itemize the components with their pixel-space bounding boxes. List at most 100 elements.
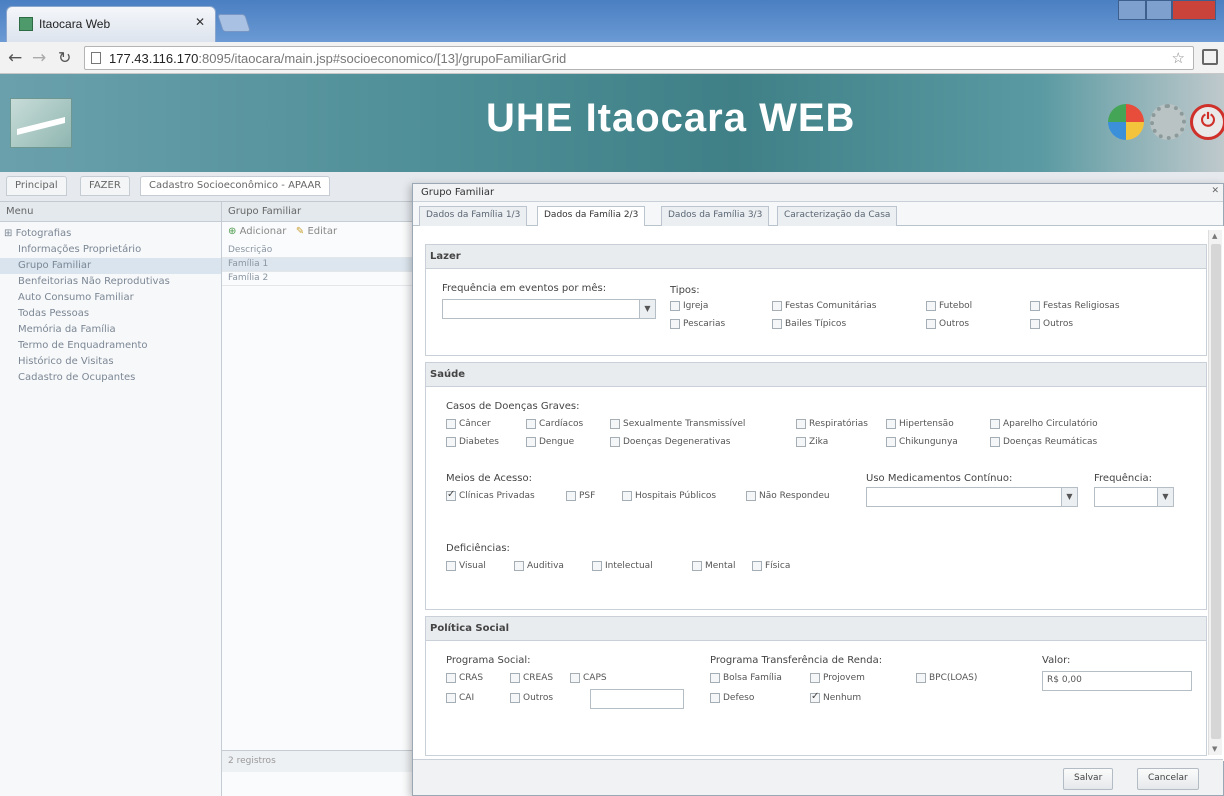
menu-item[interactable]: Memória da Família (0, 322, 221, 338)
cb-chikungunya[interactable]: Chikungunya (886, 437, 958, 447)
cb-clinicas-privadas[interactable]: Clínicas Privadas (446, 489, 535, 501)
cb-lazer-outros-2[interactable]: Outros (1030, 319, 1073, 329)
section-title: Lazer (426, 245, 1206, 269)
close-window-button[interactable] (1172, 0, 1216, 20)
cb-lazer-outros-1[interactable]: Outros (926, 319, 969, 329)
crumb-cadastro[interactable]: Cadastro Socioeconômico - APAAR (140, 176, 331, 196)
cb-reumaticas[interactable]: Doenças Reumáticas (990, 437, 1097, 447)
tab-dados-2[interactable]: Dados da Família 2/3 (537, 206, 646, 227)
edit-button[interactable]: Editar (307, 226, 337, 237)
url-host: 177.43.116.170 (109, 51, 199, 66)
cb-cardiacos[interactable]: Cardíacos (526, 419, 583, 429)
cb-hipertensao[interactable]: Hipertensão (886, 419, 954, 429)
cb-pescarias[interactable]: Pescarias (670, 319, 725, 329)
cb-intelectual[interactable]: Intelectual (592, 561, 653, 571)
menu-item[interactable]: Benfeitorias Não Reprodutivas (0, 274, 221, 290)
scroll-up-icon[interactable]: ▲ (1212, 232, 1217, 240)
add-button[interactable]: Adicionar (240, 226, 287, 237)
cb-cai[interactable]: CAI (446, 693, 474, 703)
browser-tabstrip: Itaocara Web ✕ (0, 0, 1224, 42)
table-row[interactable]: Família 1 (222, 258, 417, 272)
dialog-close-icon[interactable]: ✕ (1211, 186, 1219, 196)
forward-icon[interactable]: → (32, 48, 46, 68)
cb-dengue[interactable]: Dengue (526, 437, 574, 447)
outros-input[interactable] (590, 689, 684, 709)
crumb-fazer[interactable]: FAZER (80, 176, 130, 196)
cb-degenerativas[interactable]: Doenças Degenerativas (610, 437, 730, 447)
cb-fisica[interactable]: Física (752, 561, 790, 571)
scrollbar-thumb[interactable] (1211, 244, 1221, 739)
cb-festas-comunitarias[interactable]: Festas Comunitárias (772, 301, 876, 311)
table-row[interactable]: Família 2 (222, 272, 417, 286)
power-icon[interactable]: ⏻ (1190, 104, 1224, 140)
value-input[interactable]: R$ 0,00 (1042, 671, 1192, 691)
cb-bolsa-familia[interactable]: Bolsa Família (710, 673, 782, 683)
cb-igreja[interactable]: Igreja (670, 301, 708, 311)
tab-dados-1[interactable]: Dados da Família 1/3 (419, 206, 528, 226)
maximize-button[interactable] (1146, 0, 1172, 20)
tab-dados-3[interactable]: Dados da Família 3/3 (661, 206, 770, 226)
cb-bpc-loas[interactable]: BPC(LOAS) (916, 673, 977, 683)
new-tab-button[interactable] (217, 14, 251, 32)
scroll-down-icon[interactable]: ▼ (1212, 745, 1217, 753)
browser-menu-icon[interactable] (1202, 49, 1218, 65)
menu-item[interactable]: Informações Proprietário (0, 242, 221, 258)
meds-select[interactable]: ▼ (866, 487, 1078, 507)
settings-icon[interactable] (1150, 104, 1186, 140)
window-controls (1118, 0, 1216, 20)
cb-aparelho-circulatorio[interactable]: Aparelho Circulatório (990, 419, 1098, 429)
cb-visual[interactable]: Visual (446, 561, 486, 571)
cb-mental[interactable]: Mental (692, 561, 736, 571)
menu-item-root[interactable]: ⊞ Fotografias (0, 226, 221, 242)
cb-nao-respondeu[interactable]: Não Respondeu (746, 491, 830, 501)
dialog-scrollbar[interactable]: ▲ ▼ (1208, 230, 1222, 755)
minimize-button[interactable] (1118, 0, 1146, 20)
bookmark-star-icon[interactable]: ☆ (1172, 49, 1185, 67)
menu-item[interactable]: Histórico de Visitas (0, 354, 221, 370)
browser-tab-title: Itaocara Web (39, 17, 111, 31)
cb-creas[interactable]: CREAS (510, 673, 553, 683)
cb-caps[interactable]: CAPS (570, 673, 607, 683)
tab-caracterizacao[interactable]: Caracterização da Casa (777, 206, 898, 226)
cb-bailes-tipicos[interactable]: Bailes Típicos (772, 319, 846, 329)
cb-respiratorias[interactable]: Respiratórias (796, 419, 868, 429)
cb-festas-religiosas[interactable]: Festas Religiosas (1030, 301, 1120, 311)
cb-auditiva[interactable]: Auditiva (514, 561, 564, 571)
favicon-icon (19, 17, 33, 31)
page-icon (91, 52, 101, 64)
browser-tab[interactable]: Itaocara Web ✕ (6, 6, 216, 42)
menu-item[interactable]: Termo de Enquadramento (0, 338, 221, 354)
cb-nenhum[interactable]: Nenhum (810, 691, 861, 703)
add-icon[interactable]: ⊕ (228, 226, 236, 237)
frequency-select[interactable]: ▼ (1094, 487, 1174, 507)
back-icon[interactable]: ← (8, 48, 22, 68)
cancel-button[interactable]: Cancelar (1137, 768, 1199, 790)
save-button[interactable]: Salvar (1063, 768, 1114, 790)
cb-projovem[interactable]: Projovem (810, 673, 865, 683)
cb-psf[interactable]: PSF (566, 491, 595, 501)
menu-item[interactable]: Todas Pessoas (0, 306, 221, 322)
browser-toolbar: ← → ↻ 177.43.116.170:8095/itaocara/main.… (0, 42, 1224, 74)
cb-diabetes[interactable]: Diabetes (446, 437, 499, 447)
cb-zika[interactable]: Zika (796, 437, 828, 447)
cb-programa-outros[interactable]: Outros (510, 693, 553, 703)
edit-icon[interactable]: ✎ (296, 226, 304, 237)
reports-icon[interactable] (1108, 104, 1144, 140)
value-label: Valor: (1042, 655, 1071, 666)
cb-hospitais-publicos[interactable]: Hospitais Públicos (622, 491, 716, 501)
freq-select[interactable]: ▼ (442, 299, 656, 319)
dialog-tabs: Dados da Família 1/3 Dados da Família 2/… (413, 202, 1223, 227)
cb-cancer[interactable]: Câncer (446, 419, 491, 429)
cb-sexualmente[interactable]: Sexualmente Transmissível (610, 419, 745, 429)
menu-item[interactable]: Cadastro de Ocupantes (0, 370, 221, 386)
menu-item[interactable]: Auto Consumo Familiar (0, 290, 221, 306)
address-bar[interactable]: 177.43.116.170:8095/itaocara/main.jsp#so… (84, 46, 1194, 70)
close-tab-icon[interactable]: ✕ (195, 15, 205, 29)
section-lazer: Lazer Frequência em eventos por mês: ▼ T… (425, 244, 1207, 356)
cb-defeso[interactable]: Defeso (710, 693, 754, 703)
cb-cras[interactable]: CRAS (446, 673, 483, 683)
crumb-home[interactable]: Principal (6, 176, 67, 196)
reload-icon[interactable]: ↻ (58, 48, 71, 68)
menu-item-selected[interactable]: Grupo Familiar (0, 258, 221, 274)
cb-futebol[interactable]: Futebol (926, 301, 972, 311)
